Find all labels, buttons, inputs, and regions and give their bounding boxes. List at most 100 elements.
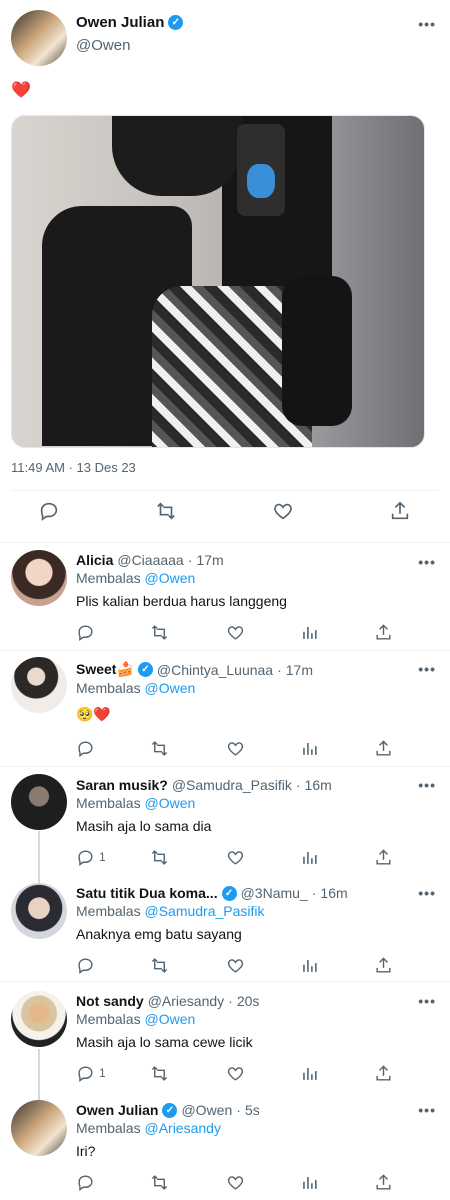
- avatar[interactable]: [11, 550, 67, 606]
- author-handle[interactable]: @Owen: [76, 37, 130, 54]
- reply-tweet[interactable]: Not sandy @Ariesandy · 20s ••• Membalas …: [0, 982, 450, 1092]
- reply-time[interactable]: 16m: [320, 885, 347, 901]
- tweet-photo[interactable]: [11, 115, 425, 448]
- author-name[interactable]: Not sandy: [76, 993, 144, 1009]
- reply-time[interactable]: 5s: [245, 1102, 260, 1118]
- share-icon[interactable]: [374, 737, 393, 759]
- author-name[interactable]: Alicia: [76, 552, 113, 568]
- like-icon[interactable]: [226, 621, 245, 643]
- photo-shape: [247, 164, 275, 198]
- reply-header: Alicia @Ciaaaaa · 17m: [76, 552, 224, 568]
- author-name[interactable]: Satu titik Dua koma...: [76, 885, 218, 901]
- verified-badge-icon: ✓: [162, 1102, 178, 1118]
- author-name-text: Owen Julian: [76, 14, 165, 31]
- replying-to: Membalas @Owen: [76, 1011, 195, 1027]
- dot-separator: ·: [295, 777, 301, 793]
- reply-icon[interactable]: 1: [76, 1062, 106, 1084]
- reply-text: Masih aja lo sama cewe licik: [76, 1034, 253, 1050]
- stats-icon[interactable]: [300, 954, 319, 976]
- mention-link[interactable]: @Samudra_Pasifik: [144, 903, 264, 919]
- reply-icon[interactable]: [76, 737, 99, 759]
- author-name[interactable]: Saran musik?: [76, 777, 168, 793]
- author-handle[interactable]: @Owen: [181, 1102, 232, 1118]
- reply-tweet[interactable]: Sweet🍰 ✓ @Chintya_Luunaa · 17m ••• Memba…: [0, 651, 450, 766]
- author-name[interactable]: Owen Julian ✓: [76, 14, 184, 31]
- more-horizontal-icon[interactable]: •••: [418, 885, 436, 901]
- reply-actions: [76, 954, 396, 978]
- main-tweet: Owen Julian ✓ @Owen ••• ❤️ 11:49 AM · 13…: [0, 0, 450, 543]
- author-handle[interactable]: @3Namu_: [241, 885, 308, 901]
- avatar[interactable]: [11, 883, 67, 939]
- retweet-icon[interactable]: [150, 846, 169, 868]
- avatar[interactable]: [11, 774, 67, 830]
- author-name[interactable]: Sweet🍰: [76, 661, 134, 678]
- verified-badge-icon: ✓: [168, 15, 184, 30]
- like-icon[interactable]: [272, 500, 296, 524]
- reply-actions: 1: [76, 1062, 396, 1086]
- verified-badge-icon: ✓: [137, 662, 153, 677]
- avatar[interactable]: [11, 991, 67, 1047]
- mention-link[interactable]: @Owen: [144, 680, 195, 696]
- reply-time[interactable]: 20s: [237, 993, 260, 1009]
- author-handle[interactable]: @Chintya_Luunaa: [157, 662, 273, 678]
- stats-icon[interactable]: [300, 621, 319, 643]
- tweet-timestamp[interactable]: 11:49 AM · 13 Des 23: [11, 460, 136, 475]
- mention-link[interactable]: @Ariesandy: [144, 1120, 220, 1136]
- reply-icon[interactable]: [38, 500, 62, 524]
- reply-time[interactable]: 17m: [196, 552, 223, 568]
- stats-icon[interactable]: [300, 737, 319, 759]
- stats-icon[interactable]: [300, 846, 319, 868]
- share-icon[interactable]: [374, 954, 393, 976]
- reply-icon[interactable]: 1: [76, 846, 106, 868]
- like-icon[interactable]: [226, 846, 245, 868]
- reply-header: Saran musik? @Samudra_Pasifik · 16m: [76, 777, 332, 793]
- reply-time[interactable]: 16m: [305, 777, 332, 793]
- share-icon[interactable]: [389, 500, 413, 524]
- reply-tweet[interactable]: Alicia @Ciaaaaa · 17m ••• Membalas @Owen…: [0, 544, 450, 650]
- like-icon[interactable]: [226, 1171, 245, 1193]
- stats-icon[interactable]: [300, 1062, 319, 1084]
- reply-tweet[interactable]: Saran musik? @Samudra_Pasifik · 16m ••• …: [0, 767, 450, 875]
- retweet-icon[interactable]: [150, 1171, 169, 1193]
- more-horizontal-icon[interactable]: •••: [418, 661, 436, 677]
- share-icon[interactable]: [374, 1062, 393, 1084]
- more-horizontal-icon[interactable]: •••: [418, 554, 436, 570]
- more-horizontal-icon[interactable]: •••: [418, 777, 436, 793]
- dot-separator: ·: [236, 1102, 241, 1118]
- author-handle[interactable]: @Ciaaaaa: [117, 552, 183, 568]
- like-icon[interactable]: [226, 954, 245, 976]
- stats-icon[interactable]: [300, 1171, 319, 1193]
- avatar[interactable]: [11, 10, 67, 66]
- dot-separator: ·: [277, 661, 282, 678]
- retweet-icon[interactable]: [150, 621, 169, 643]
- reply-tweet[interactable]: Satu titik Dua koma... ✓ @3Namu_ · 16m •…: [0, 875, 450, 981]
- like-icon[interactable]: [226, 1062, 245, 1084]
- reply-icon[interactable]: [76, 621, 99, 643]
- avatar[interactable]: [11, 1100, 67, 1156]
- reply-actions: 1: [76, 846, 396, 870]
- author-handle[interactable]: @Ariesandy: [148, 993, 224, 1009]
- reply-header: Satu titik Dua koma... ✓ @3Namu_ · 16m: [76, 885, 348, 901]
- mention-link[interactable]: @Owen: [144, 570, 195, 586]
- more-horizontal-icon[interactable]: •••: [418, 16, 436, 32]
- share-icon[interactable]: [374, 621, 393, 643]
- avatar[interactable]: [11, 657, 67, 713]
- retweet-icon[interactable]: [150, 954, 169, 976]
- retweet-icon[interactable]: [155, 500, 179, 524]
- like-icon[interactable]: [226, 737, 245, 759]
- share-icon[interactable]: [374, 846, 393, 868]
- author-handle[interactable]: @Samudra_Pasifik: [172, 777, 292, 793]
- retweet-icon[interactable]: [150, 1062, 169, 1084]
- replying-label: Membalas: [76, 570, 141, 586]
- mention-link[interactable]: @Owen: [144, 795, 195, 811]
- reply-time[interactable]: 17m: [286, 662, 313, 678]
- more-horizontal-icon[interactable]: •••: [418, 1102, 436, 1118]
- more-horizontal-icon[interactable]: •••: [418, 993, 436, 1009]
- reply-tweet[interactable]: Owen Julian ✓ @Owen · 5s ••• Membalas @A…: [0, 1092, 450, 1200]
- mention-link[interactable]: @Owen: [144, 1011, 195, 1027]
- reply-icon[interactable]: [76, 954, 99, 976]
- retweet-icon[interactable]: [150, 737, 169, 759]
- share-icon[interactable]: [374, 1171, 393, 1193]
- reply-icon[interactable]: [76, 1171, 99, 1193]
- author-name[interactable]: Owen Julian: [76, 1102, 158, 1118]
